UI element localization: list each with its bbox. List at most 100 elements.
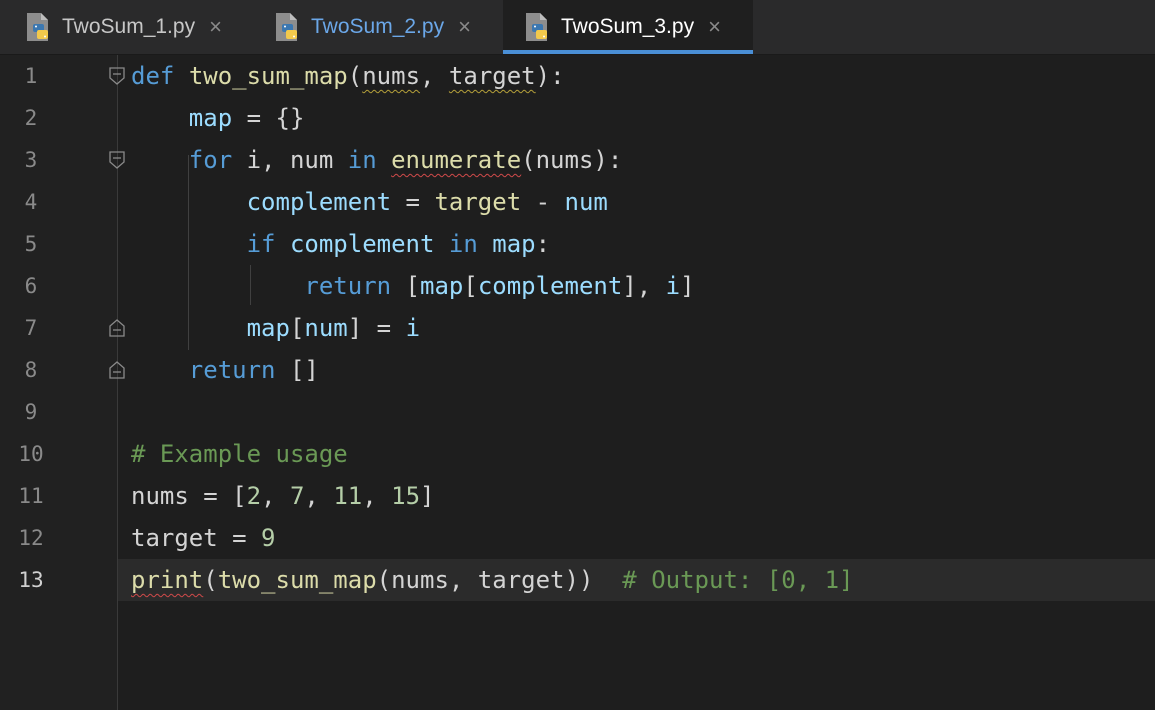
close-icon[interactable]: × <box>708 14 721 40</box>
code-token: def <box>131 62 175 90</box>
code-token: map <box>246 314 290 342</box>
python-file-icon <box>526 13 547 41</box>
code-token: (nums, target)) <box>376 566 623 594</box>
line-number: 5 <box>24 232 38 256</box>
code-token: complement <box>246 188 392 216</box>
code-line-7: map[num] = i <box>131 307 420 349</box>
tab-twosum-2[interactable]: TwoSum_2.py × <box>273 0 493 54</box>
code-token: ] <box>420 482 435 510</box>
tab-bar: TwoSum_1.py × TwoSum_2.py × TwoSum_3.py … <box>0 0 1155 55</box>
line-number-current: 13 <box>18 568 44 592</box>
line-number: 4 <box>24 190 38 214</box>
code-token: [] <box>275 356 319 384</box>
code-line-3: for i, num in enumerate(nums): <box>131 139 623 181</box>
line-number: 12 <box>18 526 44 550</box>
code-token: ] <box>680 272 695 300</box>
code-token: ], <box>622 272 666 300</box>
code-token: [ <box>289 314 305 342</box>
code-token: complement <box>289 230 435 258</box>
code-token: 9 <box>261 524 276 552</box>
code-comment: # Output: [0, 1] <box>622 566 854 594</box>
code-token: if <box>246 230 276 258</box>
code-token: map <box>492 230 536 258</box>
code-token: i <box>665 272 681 300</box>
code-token: in <box>448 230 478 258</box>
python-file-icon <box>276 13 297 41</box>
code-token: num <box>564 188 608 216</box>
code-line-8: return [] <box>131 349 319 391</box>
code-token: target = <box>131 524 262 552</box>
code-token: , <box>261 482 290 510</box>
code-line-1: def two_sum_map(nums, target): <box>131 55 565 97</box>
code-token: = <box>391 188 435 216</box>
code-token: , <box>362 482 392 510</box>
code-token: return <box>188 356 276 384</box>
tab-label: TwoSum_1.py <box>62 15 196 38</box>
code-token: , <box>304 482 334 510</box>
code-token: 11 <box>333 482 363 510</box>
line-number: 7 <box>24 316 38 340</box>
code-token: num <box>304 314 348 342</box>
code-token: print <box>131 566 204 594</box>
tab-label: TwoSum_3.py <box>561 15 695 38</box>
code-token: (nums): <box>521 146 623 174</box>
code-token: 7 <box>289 482 305 510</box>
code-token: i, num <box>232 146 348 174</box>
code-line-5: if complement in map: <box>131 223 550 265</box>
line-number: 10 <box>18 442 44 466</box>
fold-end-icon[interactable] <box>108 361 126 379</box>
fold-open-icon[interactable] <box>108 151 126 169</box>
line-number: 2 <box>24 106 38 130</box>
code-token: nums = [ <box>131 482 247 510</box>
code-token: 2 <box>246 482 262 510</box>
line-number: 6 <box>24 274 38 298</box>
code-token: - <box>521 188 565 216</box>
code-token: target <box>448 62 536 90</box>
code-editor[interactable]: 1 2 3 4 5 6 7 8 9 10 11 12 13 def two_su… <box>0 55 1155 710</box>
code-line-12: target = 9 <box>131 517 276 559</box>
tab-twosum-1[interactable]: TwoSum_1.py × <box>24 0 254 54</box>
python-file-icon <box>27 13 48 41</box>
code-token: = {} <box>232 104 305 132</box>
tab-twosum-3[interactable]: TwoSum_3.py × <box>503 0 753 54</box>
code-token: ] = <box>347 314 406 342</box>
line-number: 11 <box>18 484 44 508</box>
code-token: return <box>304 272 392 300</box>
code-token: : <box>535 230 551 258</box>
line-number: 9 <box>24 400 38 424</box>
code-token: for <box>188 146 233 174</box>
code-token: [ <box>391 272 420 300</box>
fold-open-icon[interactable] <box>108 67 126 85</box>
close-icon[interactable]: × <box>458 14 471 40</box>
code-line-11: nums = [2, 7, 11, 15] <box>131 475 434 517</box>
code-token: complement <box>477 272 623 300</box>
code-line-6: return [map[complement], i] <box>131 265 695 307</box>
line-number: 8 <box>24 358 38 382</box>
fold-end-icon[interactable] <box>108 319 126 337</box>
code-token: [ <box>463 272 478 300</box>
code-token: target <box>434 188 522 216</box>
code-token: ( <box>347 62 363 90</box>
code-token: i <box>405 314 421 342</box>
code-token: in <box>347 146 377 174</box>
close-icon[interactable]: × <box>209 14 222 40</box>
code-token: map <box>188 104 233 132</box>
code-comment: # Example usage <box>131 440 348 468</box>
line-number: 1 <box>24 64 38 88</box>
code-line-10: # Example usage <box>131 433 348 475</box>
code-token: two_sum_map <box>217 566 377 594</box>
code-token: two_sum_map <box>188 62 348 90</box>
tab-label: TwoSum_2.py <box>311 15 445 38</box>
